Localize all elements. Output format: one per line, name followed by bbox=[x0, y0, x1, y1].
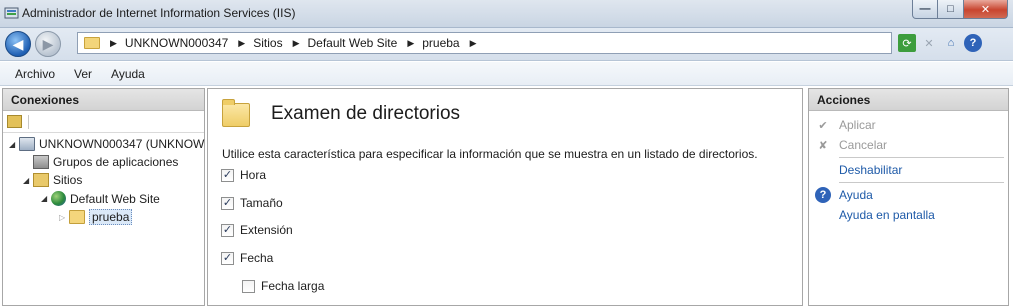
maximize-button[interactable]: □ bbox=[938, 0, 964, 19]
cancel-action[interactable]: ✘ Cancelar bbox=[815, 137, 887, 153]
tree-node-server[interactable]: ◢ UNKNOWN000347 (UNKNOW bbox=[9, 137, 204, 151]
tree-node-app-pools[interactable]: Grupos de aplicaciones bbox=[33, 155, 178, 169]
option-extension[interactable]: ✓ Extensión bbox=[221, 223, 293, 237]
app-pool-icon bbox=[33, 155, 49, 169]
collapse-triangle-icon[interactable]: ◢ bbox=[23, 176, 33, 185]
menu-ver[interactable]: Ver bbox=[74, 67, 92, 81]
option-hora[interactable]: ✓ Hora bbox=[221, 168, 266, 182]
breadcrumb-arrow-icon[interactable]: ▶ bbox=[293, 38, 300, 49]
option-tamano[interactable]: ✓ Tamaño bbox=[221, 196, 283, 210]
tree-node-default-web-site[interactable]: ◢ Default Web Site bbox=[41, 191, 160, 206]
connections-panel: Conexiones ◢ UNKNOWN000347 (UNKNOW Grupo… bbox=[2, 88, 205, 306]
help-action[interactable]: ? Ayuda bbox=[815, 187, 873, 203]
breadcrumb-default-web-site[interactable]: Default Web Site bbox=[307, 36, 397, 50]
checkbox-label: Tamaño bbox=[240, 196, 283, 210]
page-title: Examen de directorios bbox=[271, 103, 461, 124]
home-icon[interactable]: ⌂ bbox=[942, 34, 960, 52]
checkbox-fecha-larga[interactable] bbox=[242, 279, 255, 293]
navigation-bar: ◀ ▶ ▶ UNKNOWN000347 ▶ Sitios ▶ Default W… bbox=[0, 28, 1013, 61]
collapse-triangle-icon[interactable]: ◢ bbox=[9, 140, 19, 149]
expand-triangle-icon[interactable]: ▷ bbox=[59, 213, 69, 222]
breadcrumb-arrow-icon[interactable]: ▶ bbox=[407, 38, 414, 49]
cancel-icon: ✘ bbox=[818, 139, 828, 152]
refresh-icon[interactable]: ⟳ bbox=[898, 34, 916, 52]
title-bar: Administrador de Internet Information Se… bbox=[0, 0, 1013, 28]
breadcrumb-sites[interactable]: Sitios bbox=[253, 36, 282, 50]
blank-icon bbox=[815, 207, 831, 223]
actions-panel: Acciones ✔ Aplicar ✘ Cancelar Deshabilit… bbox=[808, 88, 1009, 306]
online-help-action[interactable]: Ayuda en pantalla bbox=[815, 207, 935, 223]
breadcrumb-server[interactable]: UNKNOWN000347 bbox=[125, 36, 228, 50]
help-icon: ? bbox=[815, 187, 831, 203]
checkbox-hora[interactable]: ✓ bbox=[221, 168, 234, 182]
globe-icon bbox=[51, 191, 66, 206]
checkbox-label: Fecha larga bbox=[261, 279, 325, 293]
back-button[interactable]: ◀ bbox=[5, 31, 31, 57]
checkbox-extension[interactable]: ✓ bbox=[221, 223, 234, 237]
toolbar-divider bbox=[28, 114, 29, 129]
breadcrumb-prueba[interactable]: prueba bbox=[422, 36, 459, 50]
apply-action[interactable]: ✔ Aplicar bbox=[815, 117, 876, 133]
directory-browsing-icon bbox=[222, 99, 250, 127]
checkbox-tamano[interactable]: ✓ bbox=[221, 196, 234, 210]
option-fecha-larga[interactable]: Fecha larga bbox=[242, 279, 324, 293]
menu-archivo[interactable]: Archivo bbox=[15, 67, 55, 81]
menu-bar: Archivo Ver Ayuda bbox=[0, 62, 1013, 86]
sites-icon bbox=[33, 173, 49, 187]
folder-icon bbox=[69, 210, 85, 224]
collapse-triangle-icon[interactable]: ◢ bbox=[41, 194, 51, 203]
stop-icon[interactable]: ✕ bbox=[920, 34, 938, 52]
feature-description: Utilice esta característica para especif… bbox=[222, 147, 758, 161]
connections-toolbar bbox=[3, 111, 204, 133]
minimize-button[interactable]: — bbox=[912, 0, 938, 19]
actions-header: Acciones bbox=[809, 89, 1008, 111]
feature-panel: Examen de directorios Utilice esta carac… bbox=[207, 88, 803, 306]
connect-icon[interactable] bbox=[7, 115, 22, 128]
blank-icon bbox=[815, 162, 831, 178]
action-label: Deshabilitar bbox=[839, 163, 903, 177]
tree-node-prueba[interactable]: ▷ prueba bbox=[59, 209, 133, 225]
help-icon[interactable]: ? bbox=[964, 34, 982, 52]
action-label: Ayuda bbox=[839, 188, 873, 202]
action-label: Aplicar bbox=[839, 118, 876, 132]
server-icon bbox=[19, 137, 35, 151]
forward-button[interactable]: ▶ bbox=[35, 31, 61, 57]
apply-icon: ✔ bbox=[818, 119, 828, 132]
iis-app-icon bbox=[4, 7, 19, 19]
action-label: Cancelar bbox=[839, 138, 888, 152]
arrow-right-icon: ▶ bbox=[42, 35, 54, 52]
checkbox-fecha[interactable]: ✓ bbox=[221, 251, 234, 265]
breadcrumb-arrow-icon[interactable]: ▶ bbox=[238, 38, 245, 49]
breadcrumb-arrow-icon[interactable]: ▶ bbox=[470, 38, 477, 49]
checkbox-label: Extensión bbox=[240, 223, 293, 237]
tree-node-label: Default Web Site bbox=[70, 191, 160, 206]
tree-node-label: UNKNOWN000347 (UNKNOW bbox=[39, 137, 205, 151]
address-bar[interactable]: ▶ UNKNOWN000347 ▶ Sitios ▶ Default Web S… bbox=[77, 32, 892, 54]
window-title: Administrador de Internet Information Se… bbox=[22, 6, 296, 20]
tree-node-label: Grupos de aplicaciones bbox=[53, 155, 179, 169]
menu-ayuda[interactable]: Ayuda bbox=[111, 67, 145, 81]
connections-header: Conexiones bbox=[3, 89, 204, 111]
action-label: Ayuda en pantalla bbox=[839, 208, 935, 222]
breadcrumb-arrow-icon[interactable]: ▶ bbox=[110, 38, 117, 49]
tree-node-sites[interactable]: ◢ Sitios bbox=[23, 173, 82, 187]
checkbox-label: Fecha bbox=[240, 251, 274, 265]
actions-divider bbox=[839, 182, 1004, 183]
arrow-left-icon: ◀ bbox=[12, 35, 24, 52]
tree-node-label: prueba bbox=[89, 209, 133, 225]
folder-icon bbox=[84, 37, 100, 49]
actions-divider bbox=[839, 157, 1004, 158]
option-fecha[interactable]: ✓ Fecha bbox=[221, 251, 273, 265]
close-button[interactable]: ✕ bbox=[964, 0, 1008, 19]
tree-node-label: Sitios bbox=[53, 173, 83, 187]
disable-action[interactable]: Deshabilitar bbox=[815, 162, 902, 178]
checkbox-label: Hora bbox=[240, 168, 267, 182]
